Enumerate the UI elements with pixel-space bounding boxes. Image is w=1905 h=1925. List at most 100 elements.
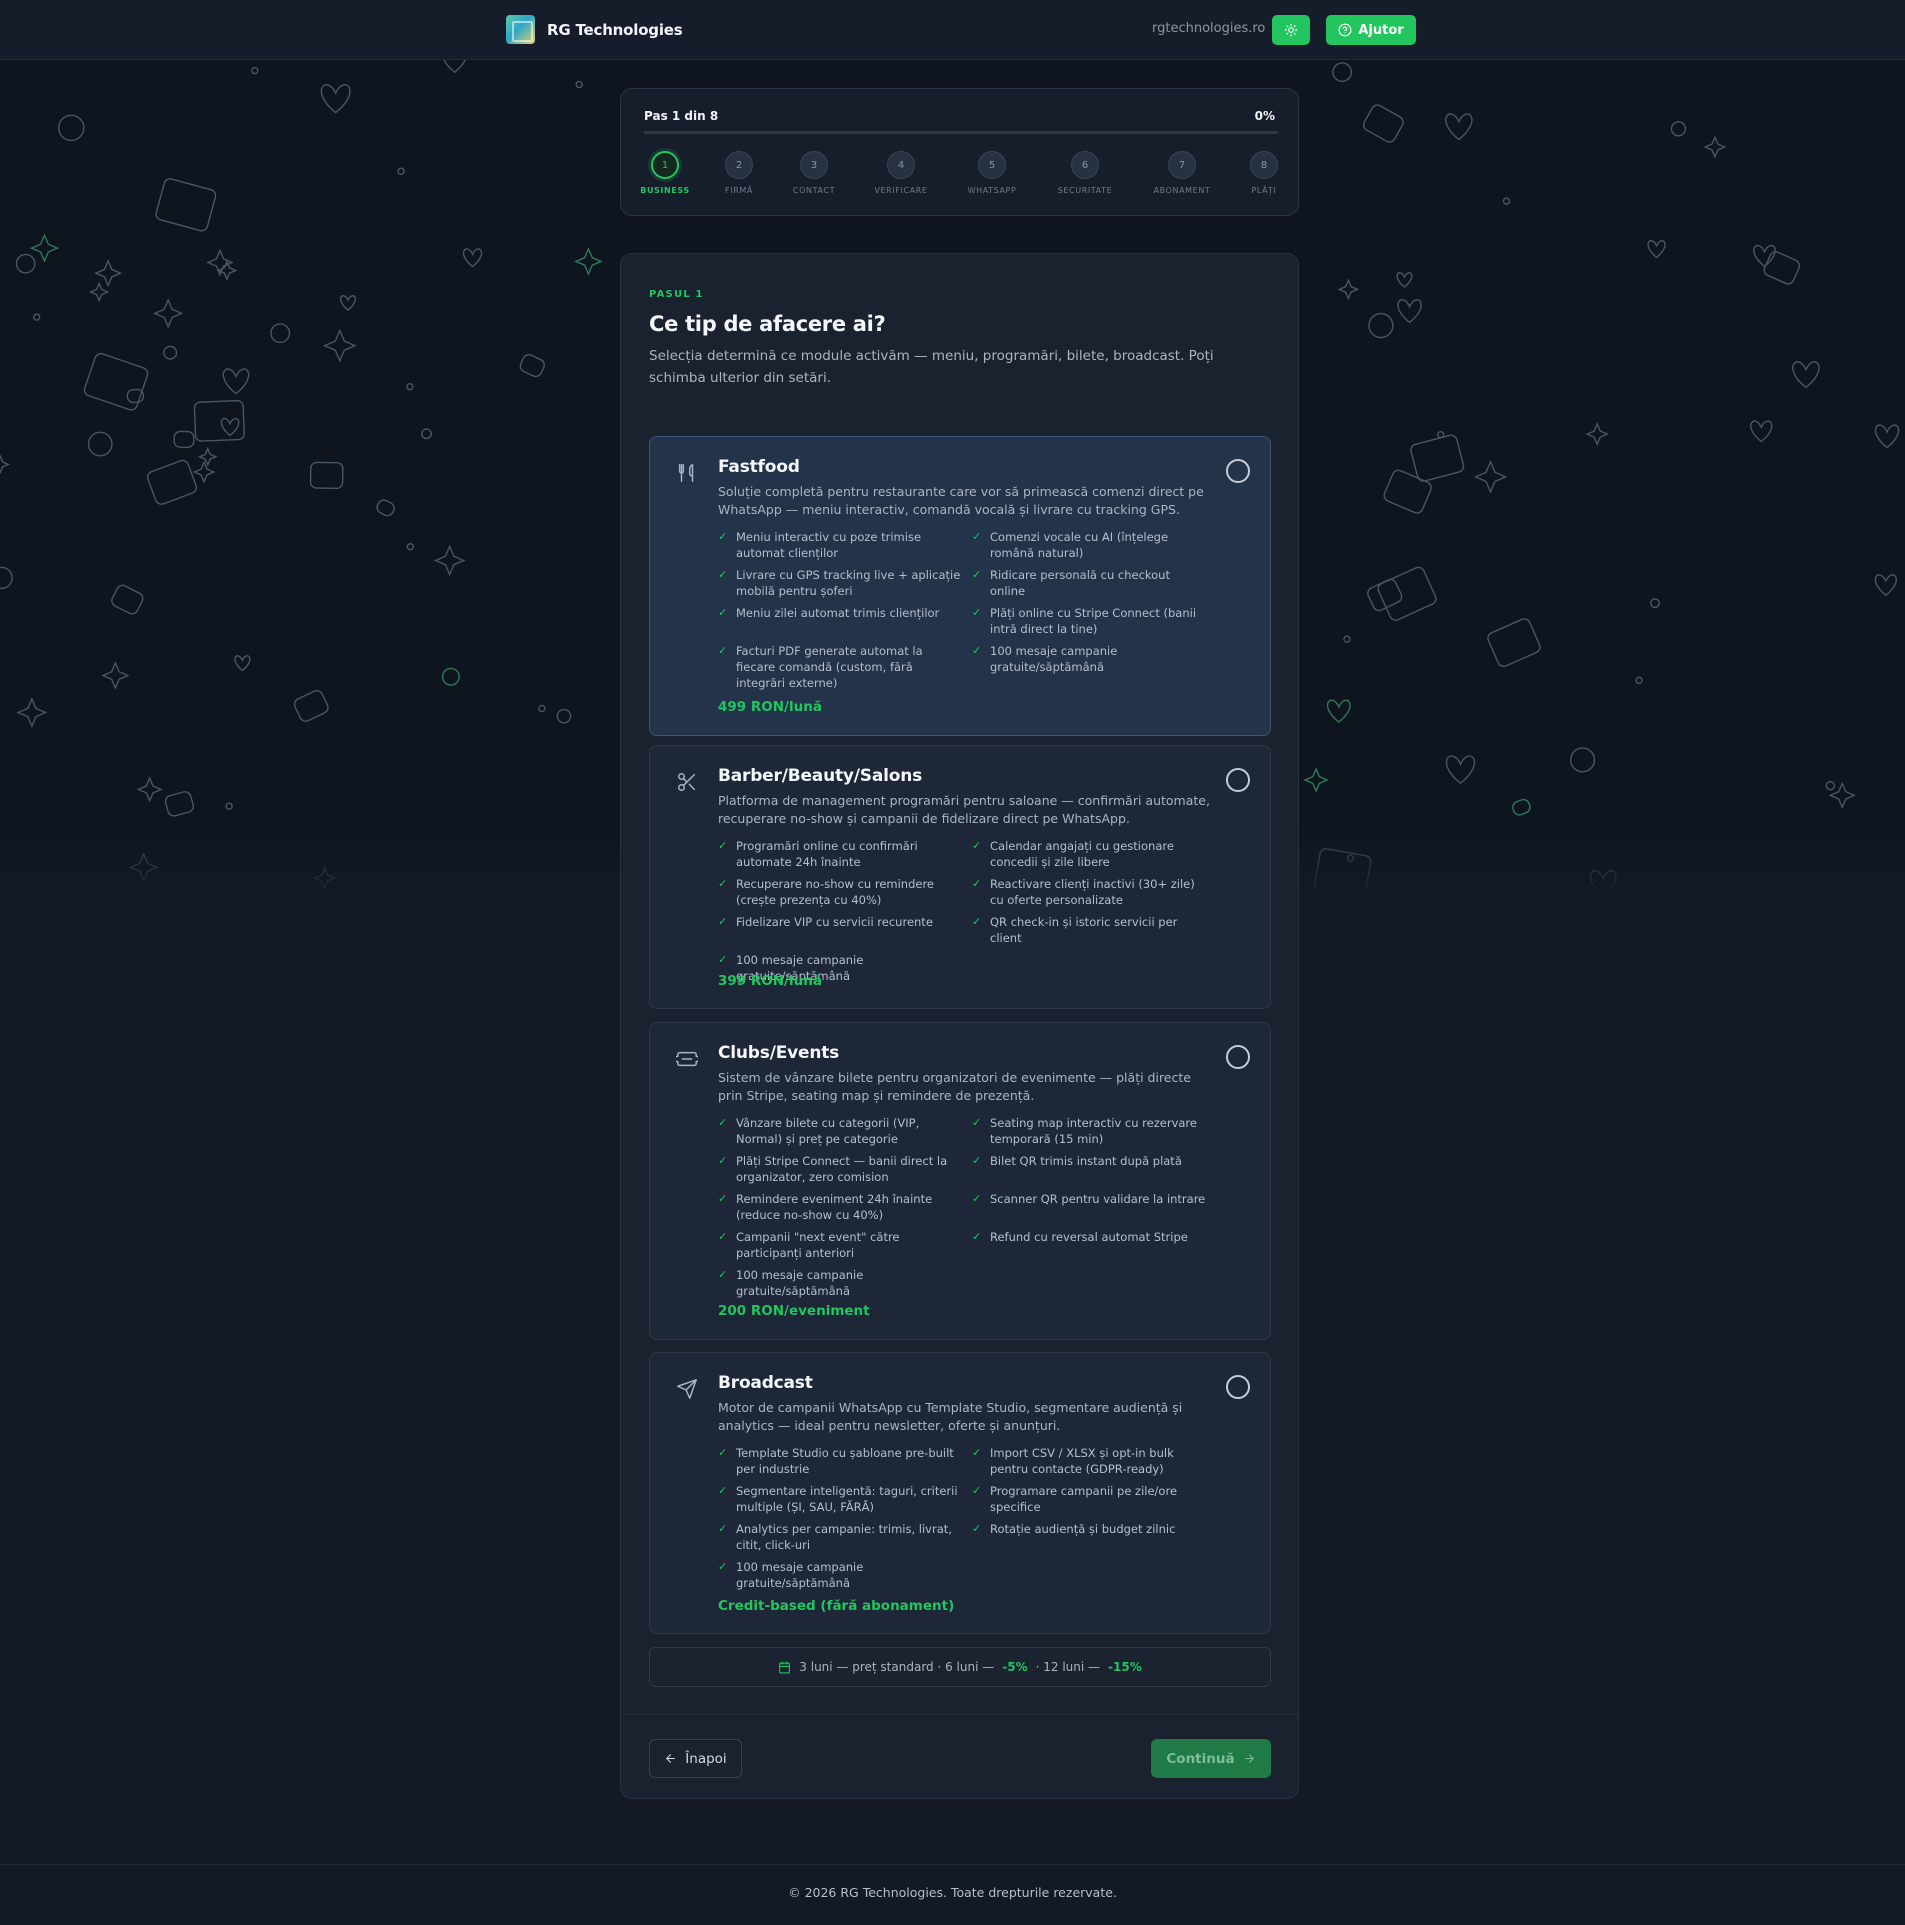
doodle-shape xyxy=(1512,798,1531,816)
feature-text: Plăți Stripe Connect — banii direct la o… xyxy=(736,1154,948,1184)
doodle-shape xyxy=(1635,676,1643,685)
option-radio[interactable] xyxy=(1226,768,1250,792)
step-label: SECURITATE xyxy=(1057,186,1113,195)
doodle-shape xyxy=(1445,113,1473,141)
brand-logo xyxy=(506,15,535,44)
page-title: Ce tip de afacere ai? xyxy=(649,312,886,336)
doodle-shape xyxy=(397,167,405,175)
doodle-shape xyxy=(94,259,123,288)
step-label: ABONAMENT xyxy=(1153,186,1211,195)
feature-item: ✓ Scanner QR pentru validare la intrare xyxy=(972,1191,1218,1223)
doodle-shape xyxy=(1396,272,1413,288)
option-broadcast[interactable]: Broadcast Motor de campanii WhatsApp cu … xyxy=(649,1352,1271,1634)
feature-text: QR check-in și istoric servicii per clie… xyxy=(990,915,1178,945)
doodle-shape xyxy=(1368,312,1394,339)
option-description: Platforma de management programări pentr… xyxy=(718,793,1210,826)
step-2[interactable]: 2 FIRMĂ xyxy=(704,151,774,195)
check-icon: ✓ xyxy=(718,877,728,890)
option-fastfood[interactable]: Fastfood Soluție completă pentru restaur… xyxy=(649,436,1271,736)
doodle-shape xyxy=(1487,618,1541,668)
step-1[interactable]: 1 BUSINESS xyxy=(630,151,700,195)
doodle-shape xyxy=(293,689,329,722)
option-radio[interactable] xyxy=(1226,1375,1250,1399)
utensils-icon xyxy=(678,464,694,482)
feature-item: ✓ Plăți Stripe Connect — banii direct la … xyxy=(718,1153,972,1185)
feature-text: Refund cu reversal automat Stripe xyxy=(990,1230,1188,1244)
doodle-shape xyxy=(1502,197,1511,205)
doodle-shape xyxy=(155,178,217,232)
doodle-shape xyxy=(1332,62,1353,83)
doodle-shape xyxy=(1825,780,1836,791)
doodle-shape xyxy=(164,791,195,817)
doodle-shape xyxy=(270,323,291,344)
step-number: 8 xyxy=(1250,151,1278,179)
doodle-shape xyxy=(406,543,415,551)
step-3[interactable]: 3 CONTACT xyxy=(779,151,849,195)
progress-track xyxy=(644,131,1278,134)
doodle-shape xyxy=(146,459,198,505)
check-icon: ✓ xyxy=(972,530,982,543)
doodle-shape xyxy=(406,382,414,391)
check-icon: ✓ xyxy=(718,1268,728,1281)
feature-item: ✓ Campanii "next event" către participanț… xyxy=(718,1229,972,1261)
option-description: Soluție completă pentru restaurante care… xyxy=(718,484,1204,517)
feature-item: ✓ Fidelizare VIP cu servicii recurente xyxy=(718,914,972,946)
feature-text: Meniu interactiv cu poze trimise automat… xyxy=(736,530,922,560)
check-icon: ✓ xyxy=(718,644,728,657)
feature-text: Programare campanii pe zile/ore specific… xyxy=(990,1484,1178,1514)
doodle-shape xyxy=(1792,361,1820,389)
check-icon: ✓ xyxy=(972,1192,982,1205)
doodle-shape xyxy=(1303,767,1329,793)
feature-item: ✓ Refund cu reversal automat Stripe xyxy=(972,1229,1218,1261)
doodle-shape xyxy=(1445,755,1475,785)
check-icon: ✓ xyxy=(972,839,982,852)
doodle-shape xyxy=(1750,420,1773,443)
feature-item: ✓ Ridicare personală cu checkout online xyxy=(972,567,1218,599)
theme-toggle-button[interactable] xyxy=(1272,15,1310,45)
step-5[interactable]: 5 WHATSAPP xyxy=(957,151,1027,195)
back-button[interactable]: Înapoi xyxy=(649,1739,742,1778)
doodle-shape xyxy=(1763,251,1801,285)
step-4[interactable]: 4 VERIFICARE xyxy=(866,151,936,195)
feature-text: Comenzi vocale cu AI (înțelege română na… xyxy=(990,530,1169,560)
step-7[interactable]: 7 ABONAMENT xyxy=(1147,151,1217,195)
help-button[interactable]: Ajutor xyxy=(1326,15,1416,45)
doodle-shape xyxy=(192,460,216,484)
feature-item: ✓ 100 mesaje campanie gratuite/săptămână xyxy=(972,643,1218,691)
step-6[interactable]: 6 SECURITATE xyxy=(1050,151,1120,195)
progress-stepper: Pas 1 din 8 0% 1 BUSINESS 2 FIRMĂ 3 CONTACT 4 V… xyxy=(620,88,1299,216)
doodle-shape xyxy=(443,60,466,74)
option-clubs-events[interactable]: Clubs/Events Sistem de vânzare bilete pe… xyxy=(649,1022,1271,1340)
doodle-shape xyxy=(1343,635,1351,643)
continue-button[interactable]: Continuă xyxy=(1151,1739,1271,1778)
feature-item: ✓ Import CSV / XLSX și opt-in bulk pentru… xyxy=(972,1445,1218,1477)
check-icon: ✓ xyxy=(972,1484,982,1497)
check-icon: ✓ xyxy=(718,1116,728,1129)
doodle-shape xyxy=(0,454,11,475)
feature-text: Rotație audiență și budget zilnic xyxy=(990,1522,1176,1536)
step-8[interactable]: 8 PLĂȚI xyxy=(1229,151,1299,195)
option-radio[interactable] xyxy=(1226,1045,1250,1069)
feature-item: ✓ Seating map interactiv cu rezervare tem… xyxy=(972,1115,1218,1147)
check-icon: ✓ xyxy=(972,1116,982,1129)
option-radio[interactable] xyxy=(1226,459,1250,483)
check-icon: ✓ xyxy=(972,606,982,619)
doodle-shape xyxy=(1585,422,1610,446)
option-barber-beauty-salons[interactable]: Barber/Beauty/Salons Platforma de manage… xyxy=(649,745,1271,1009)
doodle-shape xyxy=(1362,104,1404,143)
doodle-shape xyxy=(1874,574,1897,597)
scissors-icon xyxy=(678,773,696,791)
site-link[interactable]: rgtechnologies.ro xyxy=(1152,21,1265,36)
check-icon: ✓ xyxy=(972,1154,982,1167)
option-description: Motor de campanii WhatsApp cu Template S… xyxy=(718,1400,1183,1433)
option-price: 200 RON/eveniment xyxy=(718,1303,870,1319)
check-icon: ✓ xyxy=(972,1230,982,1243)
feature-text: Bilet QR trimis instant după plată xyxy=(990,1154,1182,1168)
ticket-icon xyxy=(676,1051,698,1067)
brand[interactable]: RG Technologies xyxy=(506,15,683,44)
feature-item: ✓ Vânzare bilete cu categorii (VIP, Norma… xyxy=(718,1115,972,1147)
discount-text-2: · 12 luni — xyxy=(1035,1660,1101,1674)
option-price: 399 RON/lună xyxy=(718,973,822,989)
doodle-shape xyxy=(1377,566,1437,621)
calendar-icon xyxy=(779,1661,791,1673)
